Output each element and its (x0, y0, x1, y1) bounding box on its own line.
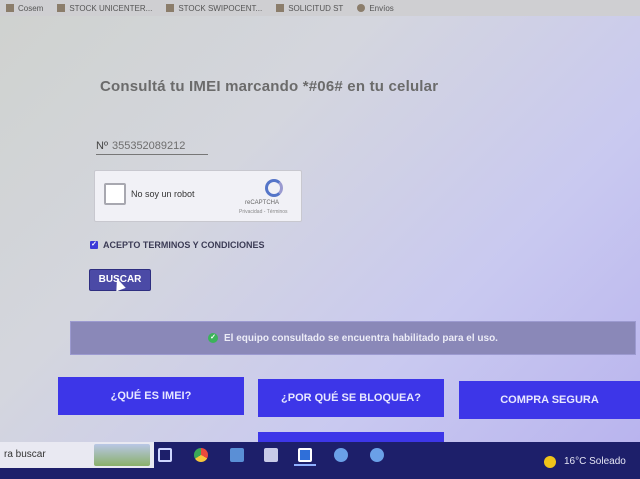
imei-value: 355352089212 (111, 140, 186, 152)
active-app-indicator (294, 464, 316, 466)
folder-icon (6, 4, 14, 12)
cloud-app-icon[interactable] (370, 448, 384, 462)
weather-widget[interactable]: 16°C Soleado (564, 456, 626, 467)
bookmark-stock-unicenter[interactable]: STOCK UNICENTER... (57, 4, 152, 13)
terms-label: ACEPTO TERMINOS Y CONDICIONES (103, 240, 265, 250)
status-text: El equipo consultado se encuentra habili… (224, 332, 498, 344)
bookmark-envios[interactable]: Envíos (357, 4, 394, 13)
safe-purchase-button[interactable]: COMPRA SEGURA (459, 381, 640, 419)
chrome-icon[interactable] (194, 448, 208, 462)
folder-icon (166, 4, 175, 12)
page-title: Consultá tu IMEI marcando *#06# en tu ce… (100, 78, 439, 95)
clock-app-icon[interactable] (298, 448, 312, 462)
folder-icon (57, 4, 66, 12)
recaptcha-label: No soy un robot (131, 189, 195, 199)
what-is-imei-button[interactable]: ¿QUÉ ES IMEI? (58, 377, 244, 415)
imei-input[interactable]: Nº 355352089212 (96, 140, 208, 155)
taskbar: ra buscar 16°C Soleado (0, 442, 640, 479)
recaptcha-brand: reCAPTCHA (245, 200, 280, 206)
cloud-app-icon[interactable] (334, 448, 348, 462)
recaptcha-logo-icon (265, 179, 283, 197)
search-highlight-image (94, 444, 150, 466)
status-message: ✓ El equipo consultado se encuentra habi… (70, 321, 636, 355)
imei-page: Consultá tu IMEI marcando *#06# en tu ce… (0, 16, 640, 442)
terms-checkbox-row[interactable]: ✓ ACEPTO TERMINOS Y CONDICIONES (90, 240, 265, 250)
calculator-icon[interactable] (264, 448, 278, 462)
recaptcha-checkbox[interactable] (104, 183, 126, 205)
bookmarks-bar: Cosem STOCK UNICENTER... STOCK SWIPOCENT… (0, 0, 640, 16)
imei-prefix: Nº (96, 140, 108, 152)
bookmark-solicitud-st[interactable]: SOLICITUD ST (276, 4, 343, 13)
drop-icon (357, 4, 366, 12)
bookmark-cosem[interactable]: Cosem (6, 4, 43, 13)
check-icon[interactable]: ✓ (90, 241, 98, 249)
folder-icon (276, 4, 285, 12)
sun-icon (544, 456, 556, 468)
task-view-icon[interactable] (158, 448, 172, 462)
check-circle-icon: ✓ (208, 333, 219, 343)
bookmark-stock-swipocent[interactable]: STOCK SWIPOCENT... (166, 4, 262, 13)
why-blocked-button[interactable]: ¿POR QUÉ SE BLOQUEA? (258, 379, 444, 417)
recaptcha-widget: No soy un robot reCAPTCHA Privacidad - T… (94, 170, 302, 222)
recaptcha-links[interactable]: Privacidad - Términos (239, 209, 288, 215)
partial-button[interactable] (258, 432, 444, 442)
file-explorer-icon[interactable] (230, 448, 244, 462)
